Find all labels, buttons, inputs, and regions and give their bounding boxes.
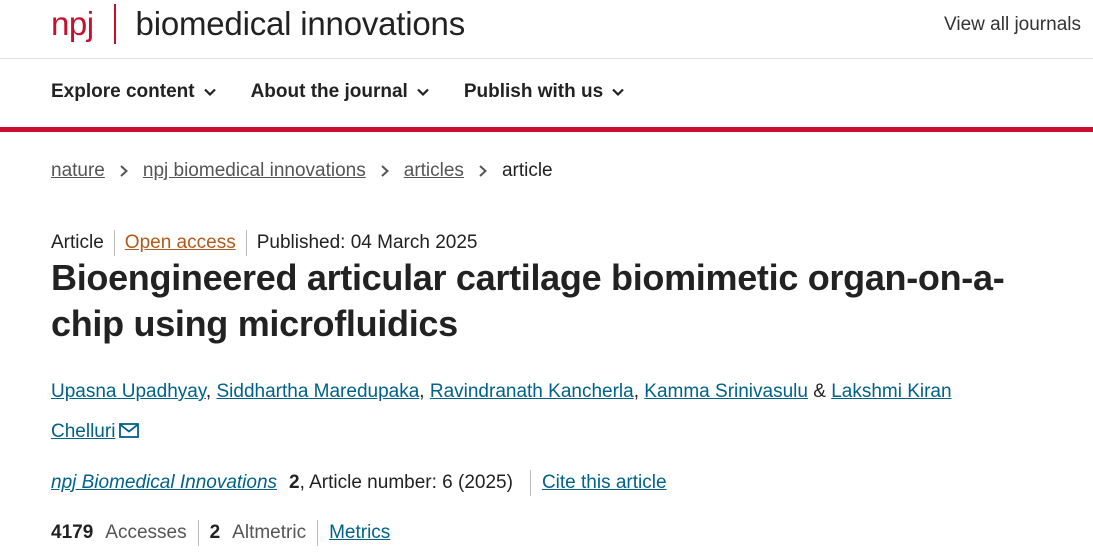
chevron-down-icon (612, 88, 624, 97)
author-separator: , (633, 381, 645, 402)
divider (529, 470, 531, 496)
published-date: Published: 04 March 2025 (256, 232, 478, 253)
logo-journal-name: biomedical innovations (135, 5, 466, 42)
author-link[interactable]: Kamma Srinivasulu (644, 381, 808, 402)
breadcrumb-current: article (501, 160, 553, 181)
citation-line: npj Biomedical Innovations 2 , Article n… (51, 470, 667, 496)
author-list: Upasna Upadhyay, Siddhartha Maredupaka, … (51, 372, 1011, 452)
chevron-down-icon (203, 88, 216, 97)
article-metrics: 4179 Accesses 2 Altmetric Metrics (51, 520, 390, 546)
chevron-right-icon (479, 165, 487, 177)
author-separator: & (807, 381, 832, 402)
divider (113, 230, 115, 256)
breadcrumb: nature npj biomedical innovations articl… (51, 160, 553, 182)
article-title: Bioengineered articular cartilage biomim… (51, 257, 1005, 344)
logo-divider (113, 4, 116, 44)
view-all-journals-link[interactable]: View all journals (944, 14, 1081, 36)
site-header: npj biomedical innovations View all jour… (0, 0, 1093, 59)
nav-label: About the journal (250, 81, 408, 102)
metrics-link[interactable]: Metrics (329, 522, 390, 544)
accesses-count: 4179 (51, 522, 94, 543)
logo-npj: npj (51, 5, 94, 42)
nav-about-journal[interactable]: About the journal (251, 81, 430, 103)
breadcrumb-articles[interactable]: articles (404, 160, 464, 182)
breadcrumb-nature[interactable]: nature (51, 160, 105, 182)
divider (245, 230, 247, 256)
nav-label: Publish with us (463, 81, 604, 102)
author-separator: , (419, 381, 430, 402)
chevron-right-icon (120, 165, 128, 177)
nav-label: Explore content (51, 81, 195, 102)
open-access-link[interactable]: Open access (125, 232, 236, 254)
chevron-down-icon (417, 88, 429, 97)
article-number: , Article number: 6 (2025) (299, 472, 513, 493)
journal-logo[interactable]: npj biomedical innovations (51, 4, 465, 44)
article-meta: Article Open access Published: 04 March … (51, 230, 477, 256)
journal-link[interactable]: npj Biomedical Innovations (51, 472, 277, 494)
divider (317, 520, 319, 546)
author-link[interactable]: Siddhartha Maredupaka (216, 381, 419, 402)
author-separator: , (205, 381, 217, 402)
breadcrumb-journal[interactable]: npj biomedical innovations (143, 160, 366, 182)
chevron-right-icon (381, 165, 389, 177)
main-nav: Explore content About the journal Publis… (0, 59, 1093, 127)
accesses-label: Accesses (105, 522, 187, 543)
nav-explore-content[interactable]: Explore content (51, 81, 217, 103)
article-type: Article (51, 232, 104, 253)
divider (197, 520, 199, 546)
nav-publish-with-us[interactable]: Publish with us (464, 81, 625, 103)
volume: 2 (289, 472, 300, 493)
cite-this-article-link[interactable]: Cite this article (542, 472, 667, 494)
author-link[interactable]: Ravindranath Kancherla (430, 381, 634, 402)
altmetric-score: 2 (209, 522, 221, 543)
author-link[interactable]: Upasna Upadhyay (51, 381, 206, 402)
email-icon[interactable] (119, 423, 140, 438)
header-accent-line (0, 127, 1093, 132)
altmetric-label: Altmetric (232, 522, 307, 543)
